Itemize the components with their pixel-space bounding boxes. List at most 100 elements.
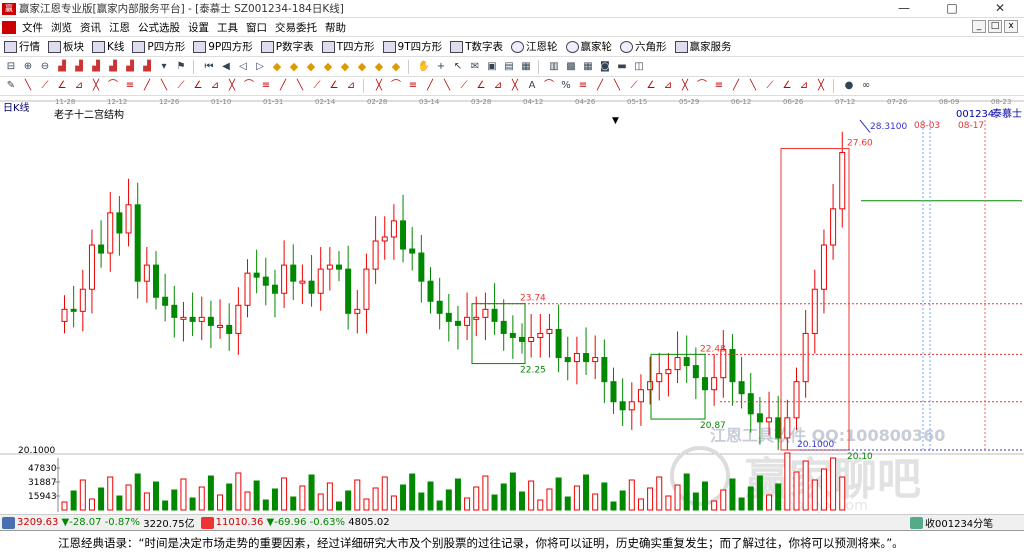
hand-icon[interactable]: ✋ [417,60,431,74]
line-28-icon[interactable]: ⊿ [491,79,505,93]
percent-icon[interactable]: % [559,79,573,93]
diamond-4-icon[interactable]: ◆ [321,60,335,74]
line-9-icon[interactable]: ╲ [157,79,171,93]
toolbar-item-9p-square[interactable]: 9P四方形 [189,39,257,54]
line-2-icon[interactable]: ⟋ [38,79,52,93]
table-icon[interactable]: ▦ [581,60,595,74]
line-6-icon[interactable]: ⌒ [106,79,120,93]
line-34-icon[interactable]: ⟋ [627,79,641,93]
tick-detail-group[interactable]: 收001234分笔 [910,515,993,530]
text-a-icon[interactable]: A [525,79,539,93]
line-11-icon[interactable]: ∠ [191,79,205,93]
toolbar-item-blocks[interactable]: 板块 [44,39,88,54]
line-26-icon[interactable]: ⟋ [457,79,471,93]
diamond-6-icon[interactable]: ◆ [355,60,369,74]
toolbar-item-t-number[interactable]: T数字表 [446,39,507,54]
zoom-in-icon[interactable]: ⊕ [21,60,35,74]
mdi-restore-button[interactable]: □ [988,20,1002,33]
kline-chart[interactable]: 11-28 12-12 12-26 01-10 01-31 02-14 02-28 03-14… [0,96,1024,514]
zoom-out-icon[interactable]: ⊖ [38,60,52,74]
diamond-3-icon[interactable]: ◆ [304,60,318,74]
toolbar-item-kline[interactable]: K线 [88,39,128,54]
diamond-5-icon[interactable]: ◆ [338,60,352,74]
line-5-icon[interactable]: ╳ [89,79,103,93]
line-3-icon[interactable]: ∠ [55,79,69,93]
color-icon[interactable]: ● [842,79,856,93]
period-icon[interactable]: ⊟ [4,60,18,74]
line-35-icon[interactable]: ∠ [644,79,658,93]
line-15-icon[interactable]: ≡ [259,79,273,93]
book-icon[interactable]: ▤ [502,60,516,74]
bar-tool-6-icon[interactable]: ▟ [140,60,154,74]
menu-tools[interactable]: 工具 [215,20,244,35]
crosshair-icon[interactable]: + [434,60,448,74]
toolbar-item-winner-wheel[interactable]: 赢家轮 [562,39,617,54]
mdi-minimize-button[interactable]: _ [972,20,986,33]
menu-formula[interactable]: 公式选股 [136,20,186,35]
close-button[interactable]: ✕ [976,0,1024,17]
car-icon[interactable]: ▬ [615,60,629,74]
calc-icon[interactable]: ▩ [564,60,578,74]
line-18-icon[interactable]: ⟋ [310,79,324,93]
prev-icon[interactable]: ◁ [236,60,250,74]
bar-tool-2-icon[interactable]: ▟ [72,60,86,74]
toolbar-item-p-square[interactable]: P四方形 [128,39,189,54]
infinity-icon[interactable]: ∞ [859,79,873,93]
line-17-icon[interactable]: ╲ [293,79,307,93]
bar-tool-3-icon[interactable]: ▟ [89,60,103,74]
line-25-icon[interactable]: ╲ [440,79,454,93]
first-icon[interactable]: ⏮ [202,60,216,74]
line-22-icon[interactable]: ⌒ [389,79,403,93]
gift-icon[interactable]: ✉ [468,60,482,74]
bar-tool-1-icon[interactable]: ▟ [55,60,69,74]
next-icon[interactable]: ▷ [253,60,267,74]
line-8-icon[interactable]: ╱ [140,79,154,93]
line-38-icon[interactable]: ⌒ [695,79,709,93]
line-39-icon[interactable]: ≡ [712,79,726,93]
camera-icon[interactable]: ◙ [598,60,612,74]
toolbar-item-service[interactable]: 赢家服务 [671,39,736,54]
line-13-icon[interactable]: ╳ [225,79,239,93]
line-29-icon[interactable]: ╳ [508,79,522,93]
toolbar-item-t-square[interactable]: T四方形 [318,39,379,54]
menu-trade[interactable]: 交易委托 [273,20,323,35]
line-14-icon[interactable]: ⌒ [242,79,256,93]
cursor-icon[interactable]: ↖ [451,60,465,74]
bar-tool-4-icon[interactable]: ▟ [106,60,120,74]
line-24-icon[interactable]: ╱ [423,79,437,93]
toolbar-item-9t-square[interactable]: 9T四方形 [379,39,447,54]
maximize-button[interactable]: □ [928,0,976,17]
line-45-icon[interactable]: ╳ [814,79,828,93]
bar-tool-5-icon[interactable]: ▟ [123,60,137,74]
dropdown-icon[interactable]: ▾ [157,60,171,74]
line-33-icon[interactable]: ╲ [610,79,624,93]
pen-icon[interactable]: ✎ [4,79,18,93]
line-37-icon[interactable]: ╳ [678,79,692,93]
toolbar-item-p-number[interactable]: P数字表 [257,39,318,54]
menu-help[interactable]: 帮助 [323,20,352,35]
diamond-2-icon[interactable]: ◆ [287,60,301,74]
diamond-7-icon[interactable]: ◆ [372,60,386,74]
line-40-icon[interactable]: ╱ [729,79,743,93]
line-42-icon[interactable]: ⟋ [763,79,777,93]
line-12-icon[interactable]: ⊿ [208,79,222,93]
flag-icon[interactable]: ⚑ [174,60,188,74]
menu-settings[interactable]: 设置 [186,20,215,35]
diamond-1-icon[interactable]: ◆ [270,60,284,74]
line-44-icon[interactable]: ⊿ [797,79,811,93]
toolbar-item-gann-wheel[interactable]: 江恩轮 [507,39,562,54]
sh-index-group[interactable]: 3209.63 ▼-28.07 -0.87% 3220.75亿 [2,515,195,530]
diamond-8-icon[interactable]: ◆ [389,60,403,74]
line-19-icon[interactable]: ∠ [327,79,341,93]
sz-index-group[interactable]: 11010.36 ▼-69.96 -0.63% 4805.02 [200,516,390,529]
prev-page-icon[interactable]: ◀ [219,60,233,74]
save-icon[interactable]: ▥ [547,60,561,74]
line-4-icon[interactable]: ⊿ [72,79,86,93]
line-43-icon[interactable]: ∠ [780,79,794,93]
line-32-icon[interactable]: ╱ [593,79,607,93]
line-30-icon[interactable]: ⌒ [542,79,556,93]
line-27-icon[interactable]: ∠ [474,79,488,93]
line-1-icon[interactable]: ╲ [21,79,35,93]
mdi-close-button[interactable]: x [1004,20,1018,33]
menu-window[interactable]: 窗口 [244,20,273,35]
